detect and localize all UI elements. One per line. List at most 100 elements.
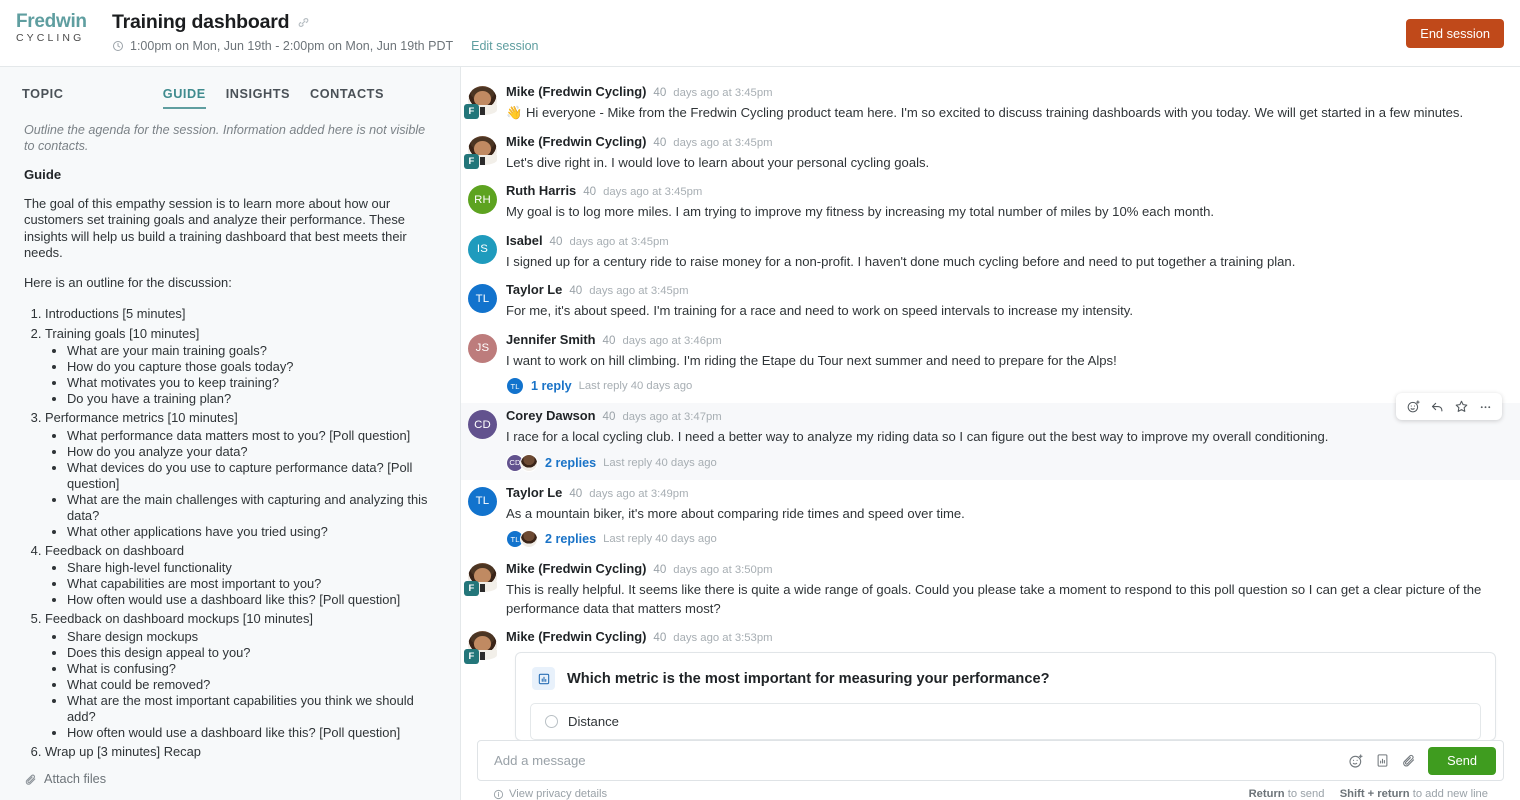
privacy-details-link[interactable]: View privacy details [493,788,607,800]
message-author: Isabel [506,232,543,248]
outline-subitem: Does this design appeal to you? [67,645,436,661]
thread-reply-link[interactable]: 2 replies [545,456,596,470]
message-age-number: 40 [583,185,597,198]
outline-subitem: How do you capture those goals today? [67,359,436,375]
message-age-number: 40 [569,486,583,500]
hint-return-text: to send [1287,788,1325,800]
message-author: Taylor Le [506,282,563,297]
message-timestamp: days ago at 3:45pm [589,285,689,297]
message-author: Ruth Harris [506,183,577,198]
tab-insights[interactable]: INSIGHTS [226,87,290,109]
outline-item-label: Wrap up [3 minutes] Recap [45,743,201,759]
outline-item-label: Training goals [10 minutes] [45,325,200,341]
message-author: Mike (Fredwin Cycling) [506,561,647,576]
thread-summary[interactable]: CD 2 replies Last reply 40 days ago [506,453,1496,472]
message-header: Taylor Le 40 days ago at 3:45pm [506,282,1496,299]
message-text: My goal is to log more miles. I am tryin… [506,204,1215,219]
message-text: Let's dive right in. I would love to lea… [506,154,930,170]
link-icon[interactable] [297,16,310,29]
message-hover-actions[interactable] [1396,393,1502,420]
edit-session-link[interactable]: Edit session [471,39,538,53]
thread-avatars: TL [506,377,524,395]
message-age-number: 40 [653,563,667,576]
chat-message[interactable]: TL Taylor Le 40 days ago at 3:45pm For me, i… [461,277,1520,327]
page-title: Training dashboard [112,11,290,33]
message-timestamp: days ago at 3:49pm [589,487,689,500]
message-list[interactable]: F Mike (Fredwin Cycling) 40 days ago at 3:4… [461,67,1520,740]
message-header: Mike (Fredwin Cycling) 40 days ago at 3:45… [506,134,1496,151]
tab-contacts[interactable]: CONTACTS [310,87,384,109]
attach-files-button[interactable]: Attach files [0,760,460,800]
chat-message[interactable]: IS Isabel 40 days ago at 3:45pm I signed up … [461,228,1520,278]
outline-item-label: Introductions [5 minutes] [45,306,186,322]
star-icon[interactable] [1450,396,1472,418]
thread-summary[interactable]: TL 2 replies Last reply 40 days ago [506,530,1496,548]
guide-paragraph-1: The goal of this empathy session is to l… [24,195,407,261]
session-app: Fredwin CYCLING Training dashboard 1:00p… [0,0,1520,800]
reply-icon[interactable] [1426,396,1448,418]
guide-content[interactable]: Guide The goal of this empathy session i… [0,154,460,760]
send-button[interactable]: Send [1428,746,1496,775]
message-author: Taylor Le [506,484,563,500]
message-header: Mike (Fredwin Cycling) 40 days ago at 3:45… [506,84,1496,101]
chat-message[interactable]: RH Ruth Harris 40 days ago at 3:45pm My goal… [461,178,1520,228]
message-body: Corey Dawson 40 days ago at 3:47pm I race f… [506,408,1496,474]
poll-icon[interactable] [1375,753,1390,768]
outline-subitem: How do you analyze your data? [67,444,436,460]
thread-summary[interactable]: TL 1 reply Last reply 40 days ago [506,377,1496,395]
thread-reply-link[interactable]: 1 reply [531,379,572,393]
chat-message[interactable]: TL Taylor Le 40 days ago at 3:49pm As a moun… [461,480,1520,557]
chat-message[interactable]: F Mike (Fredwin Cycling) 40 days ago at 3:5… [461,556,1520,624]
chat-message[interactable]: F Mike (Fredwin Cycling) 40 days ago at 3:4… [461,129,1520,179]
chat-message[interactable]: F Mike (Fredwin Cycling) 40 days ago at 3:4… [461,79,1520,129]
tab-guide[interactable]: GUIDE [162,87,206,109]
outline-item: Performance metrics [10 minutes] What per… [45,408,436,540]
outline-subitem: What are the main challenges with captur… [67,492,436,524]
outline-subitem: What is confusing? [67,661,436,677]
poll-option-label: Distance [568,714,619,729]
outline-item-label: Feedback on dashboard [45,542,185,558]
message-text: I signed up for a century ride to raise … [506,253,1296,269]
thread-reply-link[interactable]: 2 replies [545,532,596,546]
add-reaction-icon[interactable] [1348,753,1364,769]
outline-subitem: What are your main training goals? [67,343,436,359]
message-body: Jennifer Smith 40 days ago at 3:46pm I want… [506,332,1496,398]
poll-question: Which metric is the most important for m… [567,670,1050,687]
message-timestamp: days ago at 3:50pm [673,564,773,576]
poll-chart-icon [532,667,555,690]
brand-name-line1: Fredwin [16,11,87,32]
main-body: TOPIC GUIDE INSIGHTS CONTACTS Outline th… [0,67,1520,800]
paperclip-icon[interactable] [1401,753,1416,768]
avatar: F [464,631,497,664]
poll-option[interactable]: Distance [530,703,1481,740]
thread-last-reply-meta: Last reply 40 days ago [603,533,717,545]
thread-avatars: TL [506,530,538,548]
message-header: Jennifer Smith 40 days ago at 3:46pm [506,332,1496,349]
outline-subitem: What capabilities are most important to … [67,576,436,592]
org-badge: F [464,153,479,169]
avatar: IS [468,234,497,264]
message-body: Mike (Fredwin Cycling) 40 days ago at 3:50… [506,561,1496,618]
message-composer[interactable]: Send [477,740,1504,781]
chat-panel: F Mike (Fredwin Cycling) 40 days ago at 3:4… [461,67,1520,800]
message-body: Isabel 40 days ago at 3:45pm I signed up fo… [506,233,1496,272]
message-author: Mike (Fredwin Cycling) [506,133,647,149]
add-reaction-icon[interactable] [1402,396,1424,418]
radio-button[interactable] [545,715,558,728]
chat-message[interactable]: F Mike (Fredwin Cycling) 40 days ago at 3:5… [461,624,1520,740]
brand-logo[interactable]: Fredwin CYCLING [0,0,100,45]
message-age-number: 40 [602,410,616,423]
chat-message[interactable]: JS Jennifer Smith 40 days ago at 3:46pm I wa… [461,327,1520,404]
message-age-number: 40 [653,135,667,149]
thread-participant-avatar: TL [506,377,524,395]
message-body: Mike (Fredwin Cycling) 40 days ago at 3:45… [506,134,1496,173]
message-input[interactable] [492,752,1349,769]
end-session-button[interactable]: End session [1406,19,1504,48]
more-icon[interactable] [1474,396,1496,418]
message-timestamp: days ago at 3:45pm [673,87,773,99]
poll-card[interactable]: Which metric is the most important for m… [515,652,1496,740]
outline-item: Feedback on dashboard mockups [10 minute… [45,609,436,741]
composer-footer: View privacy details Return to send Shif… [477,781,1504,800]
chat-message[interactable]: CD Corey Dawson 40 days ago at 3:47pm I race… [461,393,1520,480]
avatar: JS [468,333,497,363]
